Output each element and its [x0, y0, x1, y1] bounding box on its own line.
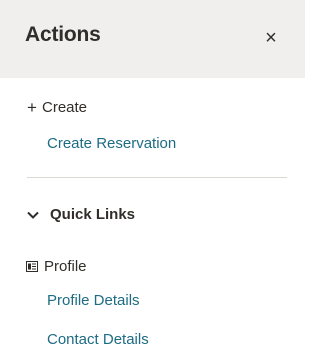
chevron-down-icon — [27, 211, 39, 219]
plus-icon: + — [27, 98, 37, 117]
create-section-heading: + Create — [26, 99, 87, 116]
contact-details-link[interactable]: Contact Details — [47, 331, 149, 348]
profile-heading-label: Profile — [44, 258, 87, 275]
panel-header: Actions × — [0, 0, 305, 78]
profile-details-link[interactable]: Profile Details — [47, 292, 140, 309]
create-heading-label: Create — [42, 99, 88, 116]
profile-group-heading: Profile — [26, 258, 87, 275]
section-divider — [27, 177, 287, 178]
quick-links-toggle[interactable]: Quick Links — [26, 206, 135, 223]
close-icon: × — [265, 26, 277, 49]
panel-title: Actions — [25, 23, 101, 46]
close-button[interactable]: × — [259, 26, 283, 50]
profile-card-icon — [26, 261, 38, 272]
actions-panel: Actions × + Create Create Reservation Qu… — [0, 0, 305, 364]
quick-links-label: Quick Links — [50, 206, 136, 223]
create-reservation-link[interactable]: Create Reservation — [47, 135, 176, 152]
